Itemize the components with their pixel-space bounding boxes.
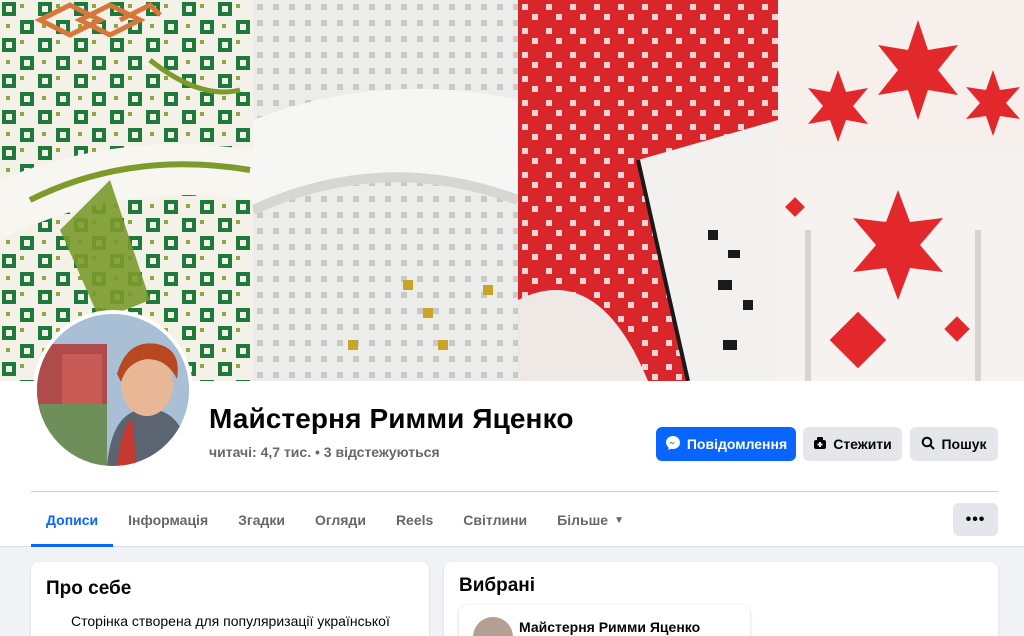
follow-button-label: Стежити — [833, 436, 892, 452]
profile-tabs: Дописи Інформація Згадки Огляди Reels Св… — [31, 494, 639, 547]
tab-more[interactable]: Більше ▼ — [542, 494, 639, 546]
following-count[interactable]: 3 відстежуються — [324, 444, 440, 460]
search-button[interactable]: Пошук — [910, 427, 998, 461]
about-title: Про себе — [46, 578, 132, 599]
tab-photos[interactable]: Світлини — [448, 494, 542, 546]
caret-down-icon: ▼ — [614, 514, 624, 526]
tab-posts[interactable]: Дописи — [31, 494, 114, 547]
featured-item-name[interactable]: Майстерня Римми Яценко — [519, 619, 700, 635]
cover-panel-white-embroidery — [253, 0, 518, 381]
message-button[interactable]: Повідомлення — [656, 427, 796, 461]
cover-panel-red-embroidery — [518, 0, 778, 381]
featured-item-avatar — [473, 617, 513, 636]
message-button-label: Повідомлення — [686, 436, 788, 452]
follower-stats: читачі: 4,7 тис. • 3 відстежуються — [209, 444, 440, 460]
stats-separator: • — [311, 444, 324, 460]
header-divider — [31, 491, 998, 492]
search-icon — [921, 436, 936, 453]
about-card: Про себе Сторінка створена для популяриз… — [31, 562, 429, 636]
tab-reviews[interactable]: Огляди — [300, 494, 381, 546]
follow-button[interactable]: Стежити — [803, 427, 902, 461]
messenger-icon — [665, 435, 681, 454]
more-options-button[interactable]: ••• — [953, 503, 998, 536]
featured-title: Вибрані — [459, 575, 536, 596]
tab-more-label: Більше — [557, 512, 609, 528]
tab-about[interactable]: Інформація — [113, 494, 223, 546]
tab-reels[interactable]: Reels — [381, 494, 448, 546]
page-title: Майстерня Римми Яценко — [209, 403, 574, 434]
profile-avatar[interactable] — [33, 310, 193, 470]
tab-mentions[interactable]: Згадки — [223, 494, 300, 546]
featured-item[interactable]: Майстерня Римми Яценко — [459, 605, 750, 636]
follow-icon — [813, 436, 827, 453]
search-button-label: Пошук — [941, 436, 987, 452]
cover-panel-red-star-embroidery — [778, 0, 1024, 381]
about-text: Сторінка створена для популяризації укра… — [71, 613, 390, 629]
followers-count[interactable]: читачі: 4,7 тис. — [209, 444, 311, 460]
more-dots-icon: ••• — [965, 510, 986, 528]
